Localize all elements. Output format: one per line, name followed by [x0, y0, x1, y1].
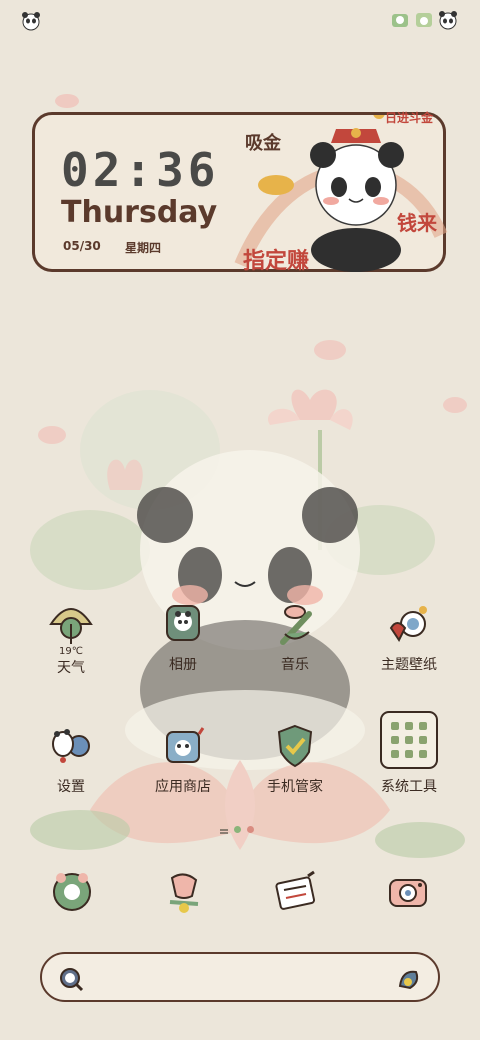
app-music[interactable]: 音乐	[240, 598, 350, 674]
app-label: 手机管家	[267, 779, 323, 795]
wealth-stamp-bottom: 指定赚	[243, 249, 310, 274]
search-icon	[58, 966, 84, 996]
petal-decoration	[55, 94, 79, 108]
app-label: 天气	[57, 660, 85, 676]
app-store[interactable]: 应用商店	[128, 720, 238, 796]
clock-widget[interactable]: 02:36 Thursday 05/30 星期四 日进斗金 吸金 指定赚 钱来	[32, 111, 448, 274]
clock-day: Thursday	[61, 195, 218, 230]
app-system-tools[interactable]: 系统工具	[354, 708, 464, 796]
app-weather[interactable]: 19℃ 天气	[16, 598, 126, 677]
panda-lotus-wallpaper	[30, 340, 467, 858]
phone-icon	[53, 873, 91, 911]
dock-phone[interactable]	[46, 866, 98, 918]
dock-browser[interactable]	[270, 866, 322, 918]
app-label: 系统工具	[381, 779, 437, 795]
panda-status-icon	[20, 10, 42, 32]
voice-assistant-icon[interactable]	[396, 966, 422, 996]
wealth-stamp-right: 钱来	[397, 211, 437, 235]
dock-messages[interactable]	[158, 866, 210, 918]
page-indicator[interactable]	[220, 826, 254, 833]
app-store-bag-icon	[157, 720, 209, 772]
wealth-stamp-top: 日进斗金	[385, 111, 434, 125]
app-label: 相册	[169, 657, 197, 673]
app-label: 设置	[57, 779, 85, 795]
messages-icon	[169, 873, 199, 913]
battery-icon	[438, 10, 458, 30]
clock-weekday: 星期四	[125, 241, 162, 255]
clock-date: 05/30	[63, 239, 101, 253]
system-tools-folder-icon	[377, 708, 441, 772]
wifi-icon	[414, 10, 434, 30]
search-bar[interactable]	[40, 952, 440, 1002]
status-icons	[390, 10, 458, 30]
browser-icon	[275, 870, 316, 910]
app-phone-manager[interactable]: 手机管家	[240, 720, 350, 796]
app-label: 音乐	[281, 657, 309, 673]
page-dot	[247, 826, 254, 833]
page-dot-active	[234, 826, 241, 833]
dock-camera[interactable]	[382, 866, 434, 918]
phone-manager-shield-icon	[269, 720, 321, 772]
camera-icon	[389, 879, 427, 907]
menu-lines-icon	[220, 828, 228, 831]
clock-time: 02:36	[61, 143, 220, 197]
app-label: 主题壁纸	[381, 657, 437, 673]
app-gallery[interactable]: 相册	[128, 598, 238, 674]
music-flute-icon	[269, 598, 321, 650]
signal-icon	[390, 10, 410, 30]
app-label: 应用商店	[155, 779, 211, 795]
app-theme-wallpaper[interactable]: 主题壁纸	[354, 598, 464, 674]
gallery-panda-icon	[157, 598, 209, 650]
wealth-stamp-left: 吸金	[245, 133, 281, 154]
settings-panda-icon	[45, 720, 97, 772]
theme-palette-icon	[383, 598, 435, 650]
app-settings[interactable]: 设置	[16, 720, 126, 796]
weather-umbrella-icon	[45, 598, 97, 650]
